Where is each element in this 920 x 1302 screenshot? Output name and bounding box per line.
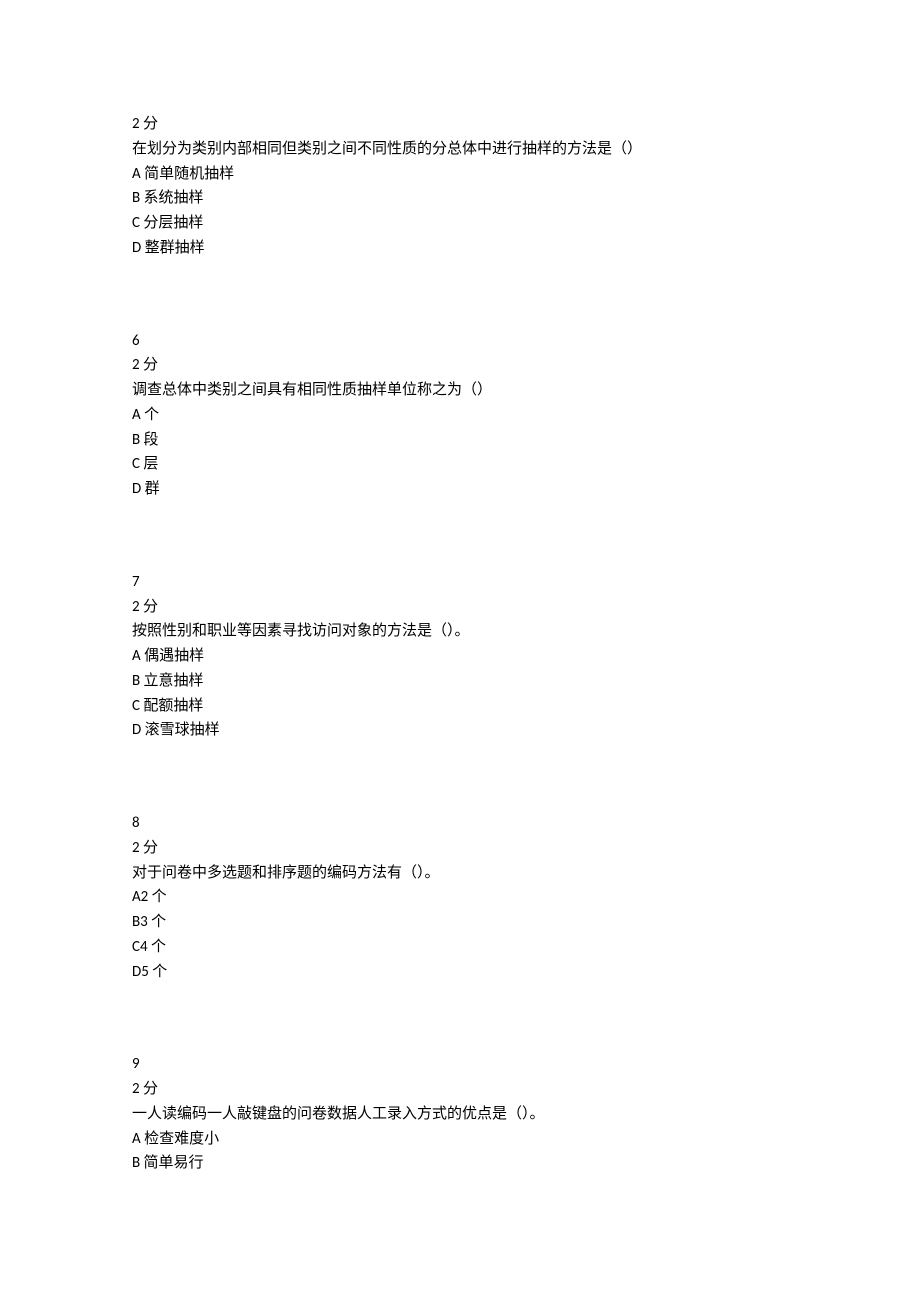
question-points: 2 分 — [132, 1077, 788, 1102]
option-a: A2 个 — [132, 885, 788, 910]
option-b: B 立意抽样 — [132, 669, 788, 694]
question-block: 7 2 分 按照性别和职业等因素寻找访问对象的方法是（）。 A 偶遇抽样 B 立… — [132, 570, 788, 743]
option-b: B 段 — [132, 428, 788, 453]
option-b: B3 个 — [132, 910, 788, 935]
question-stem: 调查总体中类别之间具有相同性质抽样单位称之为（） — [132, 378, 788, 403]
option-a: A 个 — [132, 403, 788, 428]
option-c: C 层 — [132, 452, 788, 477]
question-number: 9 — [132, 1052, 788, 1077]
question-points: 2 分 — [132, 112, 788, 137]
option-a: A 偶遇抽样 — [132, 644, 788, 669]
option-c: C 分层抽样 — [132, 211, 788, 236]
question-stem: 按照性别和职业等因素寻找访问对象的方法是（）。 — [132, 619, 788, 644]
question-block: 9 2 分 一人读编码一人敲键盘的问卷数据人工录入方式的优点是（）。 A 检查难… — [132, 1052, 788, 1176]
question-stem: 对于问卷中多选题和排序题的编码方法有（）。 — [132, 861, 788, 886]
question-number: 8 — [132, 811, 788, 836]
question-block: 6 2 分 调查总体中类别之间具有相同性质抽样单位称之为（） A 个 B 段 C… — [132, 329, 788, 502]
question-block: 2 分 在划分为类别内部相同但类别之间不同性质的分总体中进行抽样的方法是（） A… — [132, 112, 788, 261]
question-stem: 一人读编码一人敲键盘的问卷数据人工录入方式的优点是（）。 — [132, 1102, 788, 1127]
question-number: 7 — [132, 570, 788, 595]
question-stem: 在划分为类别内部相同但类别之间不同性质的分总体中进行抽样的方法是（） — [132, 137, 788, 162]
option-a: A 检查难度小 — [132, 1127, 788, 1152]
question-points: 2 分 — [132, 353, 788, 378]
option-c: C4 个 — [132, 935, 788, 960]
question-points: 2 分 — [132, 595, 788, 620]
option-d: D 滚雪球抽样 — [132, 718, 788, 743]
option-a: A 简单随机抽样 — [132, 162, 788, 187]
option-d: D 整群抽样 — [132, 236, 788, 261]
question-block: 8 2 分 对于问卷中多选题和排序题的编码方法有（）。 A2 个 B3 个 C4… — [132, 811, 788, 984]
option-c: C 配额抽样 — [132, 694, 788, 719]
option-b: B 简单易行 — [132, 1151, 788, 1176]
question-points: 2 分 — [132, 836, 788, 861]
option-d: D 群 — [132, 477, 788, 502]
question-number: 6 — [132, 329, 788, 354]
option-d: D5 个 — [132, 960, 788, 985]
option-b: B 系统抽样 — [132, 186, 788, 211]
page-content: 2 分 在划分为类别内部相同但类别之间不同性质的分总体中进行抽样的方法是（） A… — [0, 0, 920, 1176]
